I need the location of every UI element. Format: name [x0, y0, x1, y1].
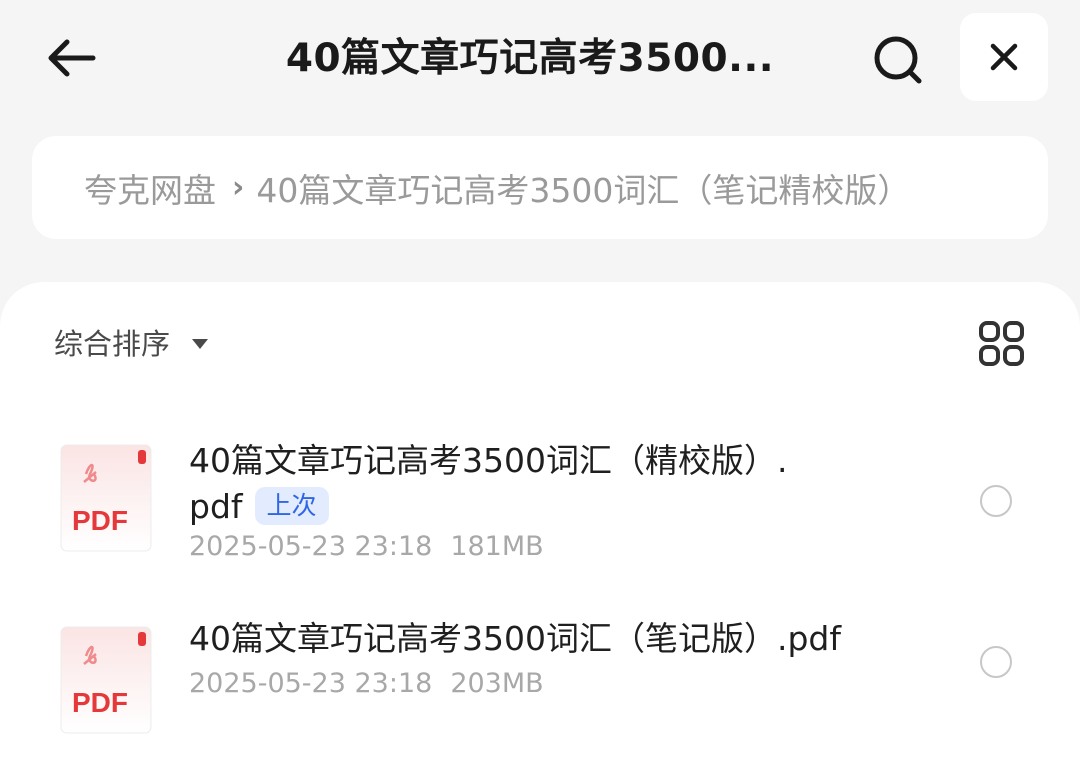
file-name-line1: 40篇文章巧记高考3500词汇（精校版）.	[189, 441, 788, 480]
file-name-ext: pdf	[189, 487, 243, 526]
list-item[interactable]: PDF 40篇文章巧记高考3500词汇（笔记版）.pdf 2025-05-23 …	[0, 604, 1080, 754]
grid-view-button[interactable]	[976, 318, 1028, 370]
caret-down-icon	[192, 339, 209, 349]
pdf-file-icon: PDF	[60, 444, 152, 552]
select-radio[interactable]	[980, 646, 1012, 678]
arrow-left-icon	[48, 39, 96, 77]
close-button[interactable]	[960, 13, 1048, 101]
breadcrumb-current: 40篇文章巧记高考3500词汇（笔记精校版）	[256, 170, 911, 210]
file-meta: 2025-05-23 23:18 203MB	[189, 668, 544, 699]
svg-text:PDF: PDF	[72, 505, 128, 536]
sort-label: 综合排序	[54, 327, 171, 361]
file-size: 181MB	[450, 531, 544, 562]
sort-dropdown[interactable]: 综合排序	[54, 322, 209, 362]
file-name: 40篇文章巧记高考3500词汇（笔记版）.pdf	[189, 619, 841, 658]
breadcrumb-root[interactable]: 夸克网盘	[84, 164, 216, 212]
grid-view-icon	[979, 321, 1024, 366]
file-name-line2: pdf 上次	[189, 484, 889, 530]
last-opened-badge: 上次	[254, 486, 329, 525]
list-item[interactable]: PDF 40篇文章巧记高考3500词汇（精校版）. pdf 上次 2025-05-…	[0, 422, 1080, 572]
file-date: 2025-05-23 23:18	[189, 531, 433, 562]
page-title: 40篇文章巧记高考3500...	[285, 36, 775, 81]
svg-text:PDF: PDF	[72, 687, 128, 718]
back-button[interactable]	[38, 28, 104, 88]
select-radio[interactable]	[980, 485, 1012, 517]
file-name: 40篇文章巧记高考3500词汇（精校版）. pdf 上次	[189, 438, 889, 530]
close-icon	[990, 43, 1018, 71]
search-button[interactable]	[866, 30, 930, 90]
pdf-file-icon: PDF	[60, 626, 152, 734]
breadcrumb-separator: ›	[232, 170, 245, 205]
file-date: 2025-05-23 23:18	[189, 668, 433, 699]
file-meta: 2025-05-23 23:18 181MB	[189, 531, 544, 562]
breadcrumb: 夸克网盘 › 40篇文章巧记高考3500词汇（笔记精校版）	[32, 136, 1048, 239]
file-size: 203MB	[450, 668, 544, 699]
search-icon	[874, 36, 922, 84]
header: 40篇文章巧记高考3500...	[0, 0, 1080, 118]
file-list-panel: 综合排序 PDF 40篇文章巧记高考3500词汇（精校版）. pdf 上次 20…	[0, 282, 1080, 782]
